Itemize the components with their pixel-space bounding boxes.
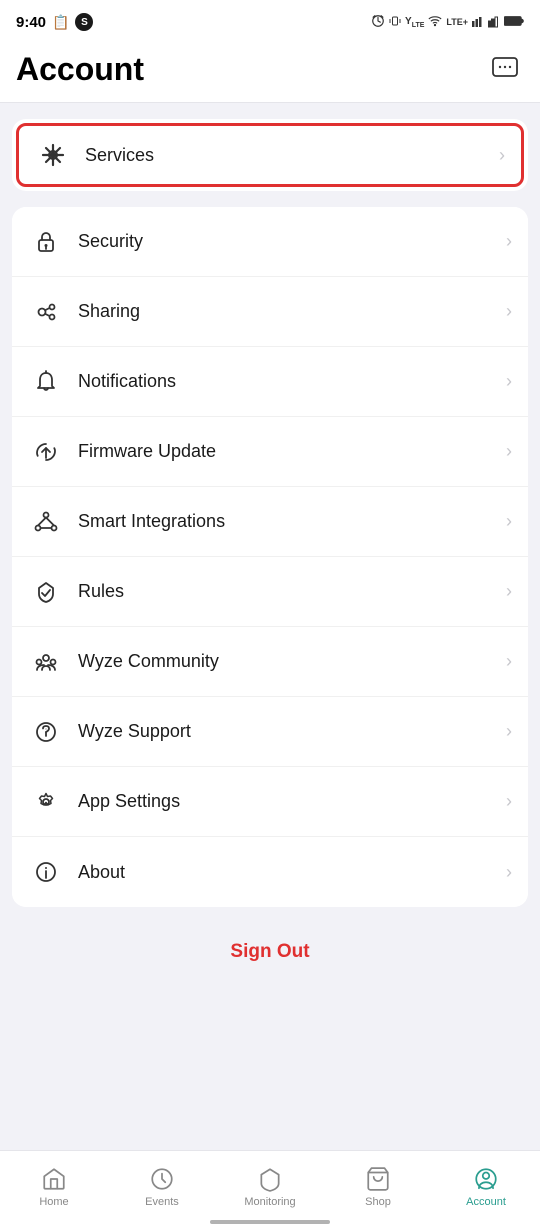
rules-arrow: › xyxy=(506,581,512,602)
home-icon xyxy=(41,1166,67,1192)
support-label: Wyze Support xyxy=(78,721,506,742)
page-title: Account xyxy=(16,51,144,88)
rules-icon xyxy=(28,574,64,610)
security-item[interactable]: Security › xyxy=(12,207,528,277)
home-indicator xyxy=(210,1220,330,1224)
nav-home[interactable]: Home xyxy=(0,1159,108,1214)
nav-events-label: Events xyxy=(145,1196,179,1208)
nav-monitoring[interactable]: Monitoring xyxy=(216,1159,324,1214)
notifications-item[interactable]: Notifications › xyxy=(12,347,528,417)
integrations-arrow: › xyxy=(506,511,512,532)
integrations-label: Smart Integrations xyxy=(78,511,506,532)
lte-icon: LTE+ xyxy=(446,17,468,27)
sharing-item[interactable]: Sharing › xyxy=(12,277,528,347)
status-bar: 9:40 📋 S YLTE LTE+ xyxy=(0,0,540,40)
nav-monitoring-label: Monitoring xyxy=(244,1196,295,1208)
sharing-icon xyxy=(28,294,64,330)
support-icon xyxy=(28,714,64,750)
services-icon xyxy=(35,137,71,173)
vibrate-icon xyxy=(389,14,401,31)
nav-account[interactable]: Account xyxy=(432,1159,540,1214)
status-time: 9:40 📋 S xyxy=(16,13,93,31)
sign-out-container: Sign Out xyxy=(12,923,528,997)
about-label: About xyxy=(78,862,506,883)
services-label: Services xyxy=(85,145,499,166)
about-icon xyxy=(28,854,64,890)
community-icon xyxy=(28,644,64,680)
community-label: Wyze Community xyxy=(78,651,506,672)
about-arrow: › xyxy=(506,862,512,883)
services-arrow: › xyxy=(499,145,505,166)
shop-icon xyxy=(365,1166,391,1192)
rules-label: Rules xyxy=(78,581,506,602)
nav-events[interactable]: Events xyxy=(108,1159,216,1214)
services-item[interactable]: Services › xyxy=(16,123,524,187)
battery-icon xyxy=(504,15,524,30)
signal-bars2-icon xyxy=(488,14,500,31)
clipboard-icon: 📋 xyxy=(52,14,69,31)
nav-account-label: Account xyxy=(466,1196,506,1208)
support-item[interactable]: Wyze Support › xyxy=(12,697,528,767)
app-settings-item[interactable]: App Settings › xyxy=(12,767,528,837)
bottom-nav: Home Events Monitoring Shop Account xyxy=(0,1150,540,1230)
app-settings-icon xyxy=(28,784,64,820)
app-settings-label: App Settings xyxy=(78,791,506,812)
monitoring-icon xyxy=(257,1166,283,1192)
signal-lte-icon: YLTE xyxy=(405,16,424,29)
security-arrow: › xyxy=(506,231,512,252)
notifications-label: Notifications xyxy=(78,371,506,392)
shazam-icon: S xyxy=(75,13,93,31)
alarm-icon xyxy=(371,14,385,31)
services-card: Services › xyxy=(12,119,528,191)
status-icons: YLTE LTE+ xyxy=(371,14,524,31)
firmware-icon xyxy=(28,434,64,470)
security-icon xyxy=(28,224,64,260)
firmware-label: Firmware Update xyxy=(78,441,506,462)
account-icon xyxy=(473,1166,499,1192)
wifi-icon xyxy=(428,14,442,31)
rules-item[interactable]: Rules › xyxy=(12,557,528,627)
notifications-icon xyxy=(28,364,64,400)
integrations-item[interactable]: Smart Integrations › xyxy=(12,487,528,557)
signal-bars-icon xyxy=(472,14,484,31)
header: Account xyxy=(0,40,540,103)
content-area: Services › Security › xyxy=(0,103,540,1103)
menu-card-main: Security › Sharing › xyxy=(12,207,528,907)
nav-home-label: Home xyxy=(39,1196,68,1208)
nav-shop-label: Shop xyxy=(365,1196,391,1208)
notifications-arrow: › xyxy=(506,371,512,392)
events-icon xyxy=(149,1166,175,1192)
sharing-label: Sharing xyxy=(78,301,506,322)
about-item[interactable]: About › xyxy=(12,837,528,907)
security-label: Security xyxy=(78,231,506,252)
community-item[interactable]: Wyze Community › xyxy=(12,627,528,697)
community-arrow: › xyxy=(506,651,512,672)
firmware-arrow: › xyxy=(506,441,512,462)
support-arrow: › xyxy=(506,721,512,742)
chat-button[interactable] xyxy=(486,50,524,88)
sharing-arrow: › xyxy=(506,301,512,322)
app-settings-arrow: › xyxy=(506,791,512,812)
sign-out-button[interactable]: Sign Out xyxy=(200,931,339,973)
integrations-icon xyxy=(28,504,64,540)
nav-shop[interactable]: Shop xyxy=(324,1159,432,1214)
firmware-item[interactable]: Firmware Update › xyxy=(12,417,528,487)
